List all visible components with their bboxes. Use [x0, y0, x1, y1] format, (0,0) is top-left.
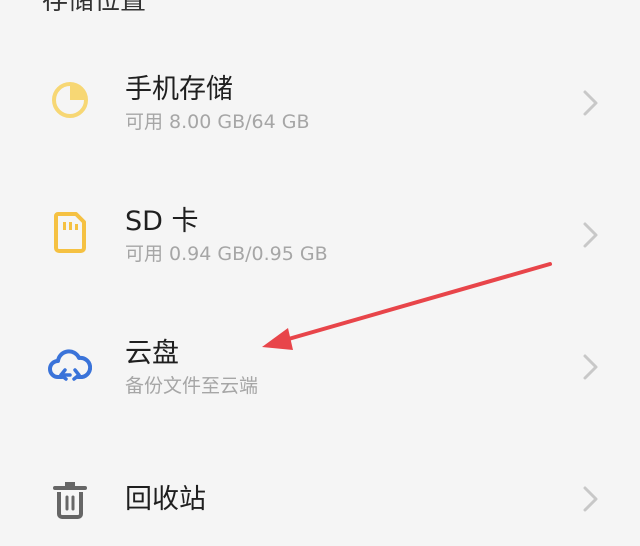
storage-item-phone[interactable]: 手机存储 可用 8.00 GB/64 GB	[0, 40, 640, 160]
chevron-right-icon	[580, 220, 602, 250]
storage-item-sd-card[interactable]: SD 卡 可用 0.94 GB/0.95 GB	[0, 172, 640, 292]
sd-card-icon	[48, 210, 92, 254]
pie-chart-icon	[48, 78, 92, 122]
storage-item-subtitle: 可用 8.00 GB/64 GB	[125, 111, 310, 133]
storage-item-label: 回收站	[125, 484, 206, 515]
chevron-right-icon	[580, 88, 602, 118]
storage-item-subtitle: 备份文件至云端	[125, 375, 259, 397]
trash-icon	[48, 478, 92, 522]
storage-item-subtitle: 可用 0.94 GB/0.95 GB	[125, 243, 328, 265]
storage-screen: 存储位置 手机存储 可用 8.00 GB/64 GB SD 卡 可用 0.94 …	[0, 0, 640, 546]
storage-item-cloud-drive[interactable]: 云盘 备份文件至云端	[0, 306, 640, 426]
storage-item-label: 手机存储	[125, 74, 233, 105]
cloud-sync-icon	[48, 344, 92, 388]
storage-item-label: SD 卡	[125, 206, 199, 237]
storage-item-recycle-bin[interactable]: 回收站	[0, 440, 640, 546]
storage-item-label: 云盘	[125, 338, 179, 369]
section-title: 存储位置	[42, 0, 147, 16]
chevron-right-icon	[580, 484, 602, 514]
chevron-right-icon	[580, 352, 602, 382]
